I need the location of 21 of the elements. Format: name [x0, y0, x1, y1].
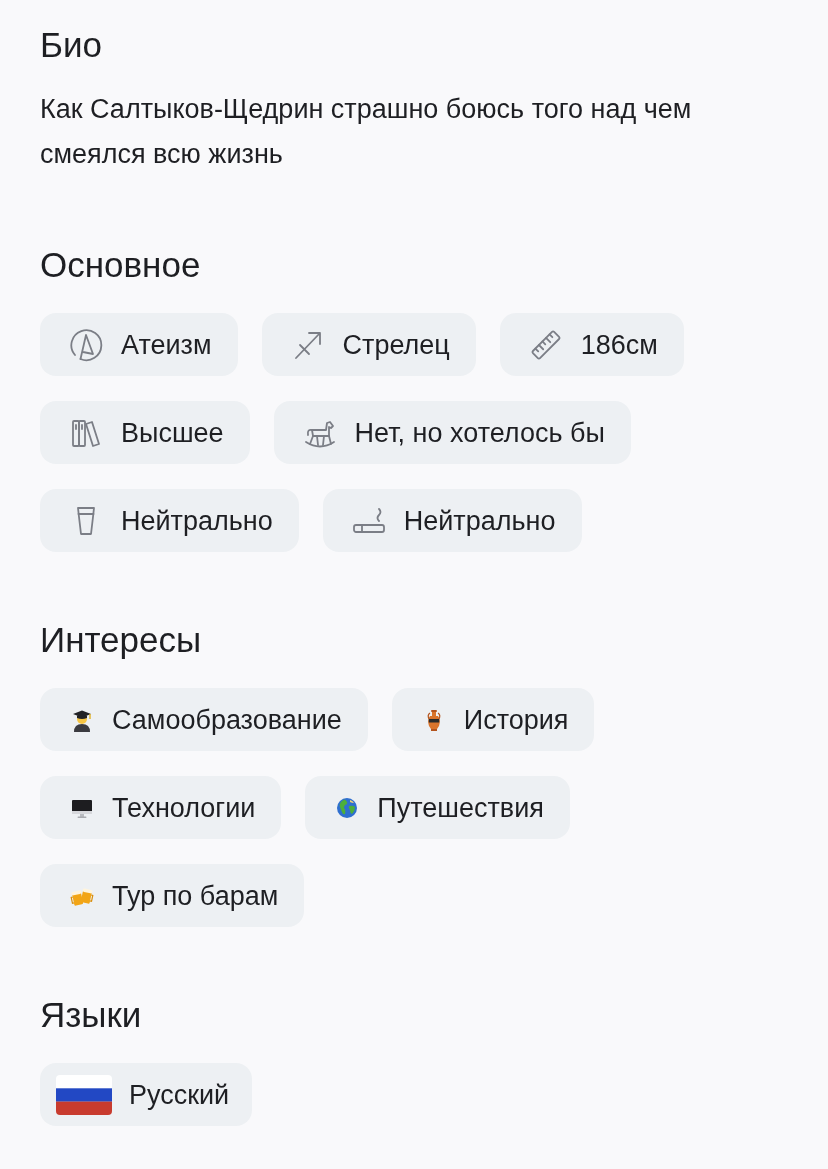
russian-flag-icon — [56, 1074, 112, 1115]
tag-label: Нейтрально — [121, 504, 273, 537]
tag-label: Русский — [129, 1078, 230, 1111]
tag-label: Нейтрально — [403, 504, 556, 537]
section-title: Интересы — [40, 619, 202, 661]
tag-label: Стрелец — [342, 328, 450, 361]
tag-label: Технологии — [112, 791, 256, 824]
tag-label: Нет, но хотелось бы — [354, 416, 605, 449]
bio-text: Как Салтыков-Щедрин страшно боюсь того над чем смеялся всю жизнь — [40, 93, 693, 171]
tag-label: История — [463, 703, 569, 736]
tag-label: Высшее — [121, 416, 224, 449]
tag-label: Самообразование — [112, 703, 342, 736]
section-title: Основное — [40, 244, 201, 286]
tag-label: Путешествия — [377, 791, 544, 824]
tag-label: 186см — [580, 328, 658, 361]
section-title: Био — [40, 24, 102, 66]
globe-icon — [335, 795, 360, 820]
tag-label: Атеизм — [121, 328, 212, 361]
section-title: Языки — [40, 994, 142, 1036]
tag-label: Тур по барам — [112, 879, 279, 912]
atheism-symbol-icon — [68, 326, 104, 363]
